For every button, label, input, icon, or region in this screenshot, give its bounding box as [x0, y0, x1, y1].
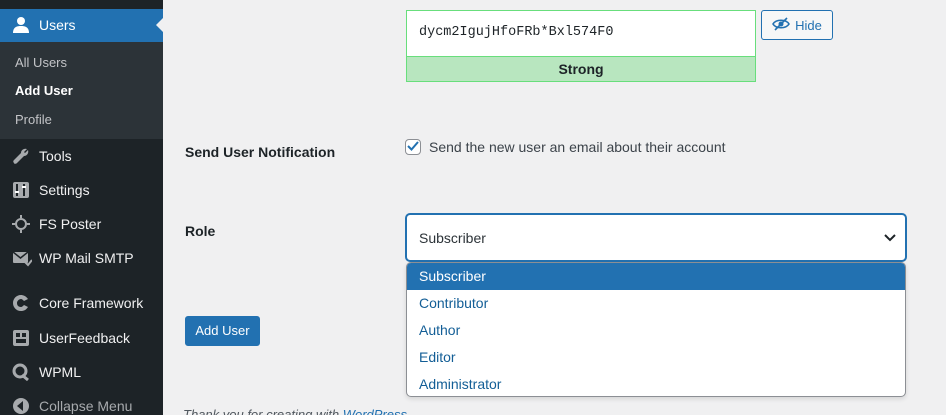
submenu-all-users[interactable]: All Users	[15, 55, 67, 70]
eye-slash-icon	[772, 16, 791, 34]
chevron-down-icon	[883, 231, 897, 248]
users-submenu: All Users Add User Profile	[0, 42, 163, 139]
role-option-contributor[interactable]: Contributor	[407, 290, 905, 317]
sidebar-item-users[interactable]: Users	[0, 9, 164, 42]
collapse-icon	[12, 397, 30, 415]
sidebar-item-wp-mail-smtp[interactable]: WP Mail SMTP	[0, 241, 163, 275]
userfeedback-icon	[12, 329, 30, 347]
sidebar-item-wpml[interactable]: WPML	[0, 355, 163, 389]
hide-password-button[interactable]: Hide	[761, 10, 833, 40]
main-content: dycm2IgujHfoFRb*Bxl574F0 Strong Hide Sen…	[163, 0, 946, 415]
collapse-menu-button[interactable]: Collapse Menu	[0, 389, 163, 415]
admin-sidebar: Users All Users Add User Profile Tools S…	[0, 0, 164, 415]
sidebar-item-label: UserFeedback	[39, 330, 131, 346]
submenu-add-user[interactable]: Add User	[15, 83, 73, 98]
password-value: dycm2IgujHfoFRb*Bxl574F0	[419, 25, 614, 40]
sidebar-item-label: Tools	[39, 148, 72, 164]
sidebar-item-label: Collapse Menu	[39, 398, 133, 414]
sidebar-item-label: FS Poster	[39, 216, 102, 232]
role-dropdown: Subscriber Contributor Author Editor Adm…	[406, 262, 906, 397]
sidebar-item-core-framework[interactable]: Core Framework	[0, 286, 163, 320]
notification-checkbox[interactable]	[405, 139, 421, 155]
sidebar-item-settings[interactable]: Settings	[0, 173, 163, 207]
password-input[interactable]: dycm2IgujHfoFRb*Bxl574F0	[406, 10, 756, 56]
password-strength-indicator: Strong	[406, 56, 756, 82]
add-user-button[interactable]: Add User	[185, 316, 260, 346]
role-label: Role	[185, 223, 216, 239]
role-selected-value: Subscriber	[419, 230, 486, 246]
wpml-icon	[12, 363, 30, 382]
wrench-icon	[12, 147, 30, 165]
footer-thanks: Thank you for creating with	[183, 407, 343, 415]
sidebar-item-tools[interactable]: Tools	[0, 139, 163, 173]
role-option-subscriber[interactable]: Subscriber	[407, 263, 905, 290]
role-option-author[interactable]: Author	[407, 317, 905, 344]
role-option-editor[interactable]: Editor	[407, 344, 905, 371]
fs-poster-icon	[12, 215, 30, 233]
sidebar-item-label: WPML	[39, 364, 81, 380]
hide-label: Hide	[795, 17, 822, 33]
sidebar-item-userfeedback[interactable]: UserFeedback	[0, 321, 163, 355]
core-framework-icon	[12, 294, 30, 312]
sidebar-item-label: Users	[39, 17, 76, 33]
role-option-administrator[interactable]: Administrator	[407, 371, 905, 396]
notification-checkbox-label[interactable]: Send the new user an email about their a…	[429, 139, 726, 155]
footer-text: Thank you for creating with WordPress.	[183, 407, 411, 415]
sidebar-item-label: Core Framework	[39, 295, 144, 311]
sidebar-item-label: Settings	[39, 182, 90, 198]
mail-icon	[12, 249, 33, 267]
checkmark-icon	[407, 141, 419, 151]
sidebar-item-label: WP Mail SMTP	[39, 250, 134, 266]
role-select[interactable]: Subscriber	[406, 214, 906, 261]
sidebar-item-fs-poster[interactable]: FS Poster	[0, 207, 163, 241]
settings-icon	[12, 181, 30, 199]
notification-label: Send User Notification	[185, 144, 336, 160]
wordpress-link[interactable]: WordPress.	[343, 407, 411, 415]
submenu-profile[interactable]: Profile	[15, 112, 52, 127]
users-icon	[12, 16, 30, 37]
